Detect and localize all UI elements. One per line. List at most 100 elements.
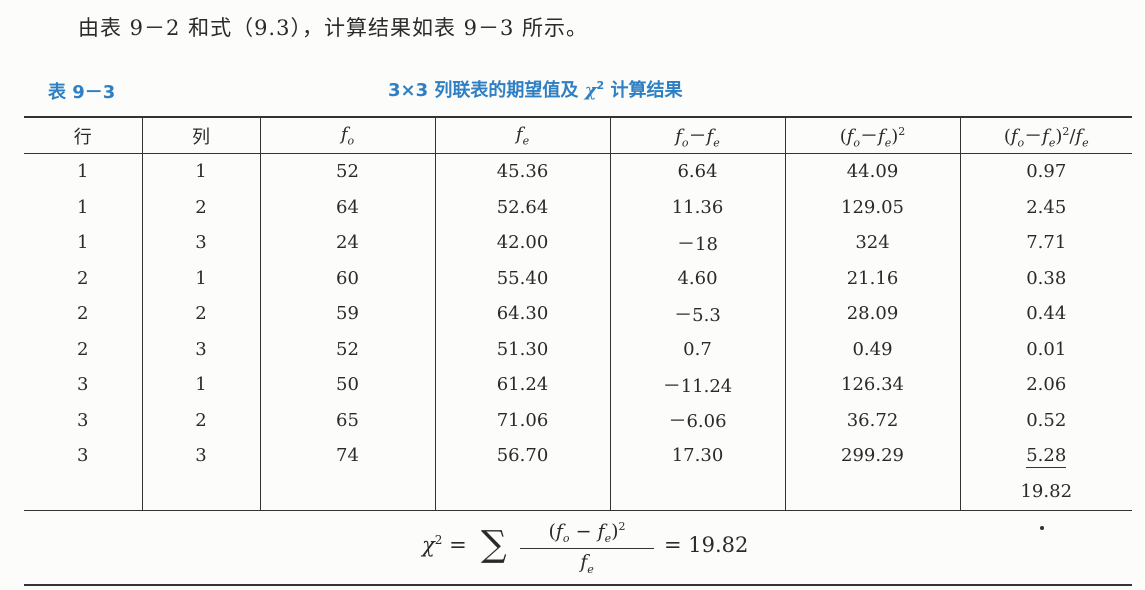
cell-row: 3 (77, 374, 89, 396)
table-row: 1 1 52 45.36 6.64 44.09 0.97 (24, 153, 1132, 190)
cell-observed: 24 (259, 225, 435, 261)
cell-expected: 51.30 (434, 331, 610, 367)
table-title-chi: χ (584, 80, 597, 101)
cell-expected: 61.24 (434, 367, 610, 403)
cell-col: 2 (141, 296, 260, 332)
cell-expected: 64.30 (434, 296, 610, 332)
fraction-numerator: (fo − fe)2 (520, 520, 654, 550)
cell-squared-difference: 0.49 (784, 331, 960, 367)
cell-squared-difference: 324 (784, 225, 960, 261)
total-empty (24, 473, 142, 511)
cell-row: 1 (77, 196, 89, 218)
table-title-chi-power: 2 (596, 79, 605, 92)
table-row: 2 1 60 55.40 4.60 21.16 0.38 (24, 260, 1132, 296)
cell-chi-component: 5.28 (959, 438, 1132, 474)
cell-expected: 55.40 (434, 260, 610, 296)
cell-expected: 71.06 (434, 402, 610, 438)
table-title-prefix: 3×3 列联表的期望值及 (388, 80, 579, 101)
cell-observed: 50 (259, 367, 435, 403)
cell-difference: 11.36 (609, 189, 785, 225)
cell-col: 2 (141, 402, 260, 438)
cell-observed: 65 (259, 402, 435, 438)
cell-expected: 56.70 (434, 438, 610, 474)
total-empty (434, 473, 610, 511)
contingency-table: 行 列 fo fe fo－fe (fo－fe)2 (fo－fe)2/fe 1 1… (24, 116, 1132, 511)
table-title-suffix: 计算结果 (610, 80, 683, 101)
cell-expected: 45.36 (434, 153, 610, 190)
cell-expected: 52.64 (434, 189, 610, 225)
cell-chi-component: 2.06 (959, 367, 1132, 403)
cell-chi-component: 7.71 (959, 225, 1132, 261)
cell-observed: 60 (259, 260, 435, 296)
header-observed: fo (259, 116, 435, 154)
cell-difference: －5.3 (609, 296, 785, 332)
total-empty (609, 473, 785, 511)
formula-lhs: χ2 = (422, 533, 467, 557)
formula-fraction: (fo − fe)2 fe (520, 520, 654, 576)
header-chi-component: (fo－fe)2/fe (959, 116, 1132, 154)
table-row: 3 3 74 56.70 17.30 299.29 5.28 (24, 438, 1132, 474)
table-row: 3 1 50 61.24 －11.24 126.34 2.06 (24, 367, 1132, 403)
cell-observed: 52 (259, 331, 435, 367)
total-empty (784, 473, 960, 511)
sum-symbol: ∑ (481, 524, 507, 565)
cell-observed: 52 (259, 153, 435, 190)
header-row: 行 列 fo fe fo－fe (fo－fe)2 (fo－fe)2/fe (24, 116, 1132, 154)
cell-squared-difference: 129.05 (784, 189, 960, 225)
cell-col: 2 (141, 189, 260, 225)
header-col-index: 列 (141, 116, 260, 154)
header-squared-difference: (fo－fe)2 (784, 116, 960, 154)
cell-row: 2 (77, 267, 89, 289)
cell-row: 2 (77, 338, 89, 360)
cell-squared-difference: 126.34 (784, 367, 960, 403)
table-title: 3×3 列联表的期望值及 χ2 计算结果 (388, 76, 682, 102)
cell-difference: －11.24 (609, 367, 785, 403)
fraction-denominator: fe (580, 551, 594, 576)
table-row: 3 2 65 71.06 －6.06 36.72 0.52 (24, 402, 1132, 438)
total-row: 19.82 (24, 473, 1132, 511)
header-difference: fo－fe (609, 116, 785, 154)
cell-observed: 74 (259, 438, 435, 474)
cell-difference: 0.7 (609, 331, 785, 367)
cell-row: 3 (77, 409, 89, 431)
cell-chi-component: 0.38 (959, 260, 1132, 296)
cell-observed: 64 (259, 189, 435, 225)
table-row: 1 3 24 42.00 －18 324 7.71 (24, 225, 1132, 261)
cell-squared-difference: 28.09 (784, 296, 960, 332)
cell-observed: 59 (259, 296, 435, 332)
formula-result: = 19.82 (664, 533, 749, 557)
cell-difference: 6.64 (609, 153, 785, 190)
cell-difference: 4.60 (609, 260, 785, 296)
cell-col: 3 (141, 331, 260, 367)
cell-chi-component: 0.97 (959, 153, 1132, 190)
cell-squared-difference: 299.29 (784, 438, 960, 474)
cell-difference: －6.06 (609, 402, 785, 438)
total-chi-square: 19.82 (959, 473, 1132, 511)
cell-squared-difference: 44.09 (784, 153, 960, 190)
table-row: 2 3 52 51.30 0.7 0.49 0.01 (24, 331, 1132, 367)
intro-text: 由表 9－2 和式（9.3），计算结果如表 9－3 所示。 (78, 16, 589, 40)
cell-col: 3 (141, 438, 260, 474)
cell-chi-component: 0.01 (959, 331, 1132, 367)
cell-squared-difference: 21.16 (784, 260, 960, 296)
chi-square-formula: χ2 = ∑ (fo − fe)2 fe = 19.82 (24, 516, 1132, 586)
cell-chi-component: 0.44 (959, 296, 1132, 332)
cell-row: 1 (77, 161, 89, 183)
cell-col: 3 (141, 225, 260, 261)
stray-dot (1040, 526, 1044, 530)
cell-chi-component: 2.45 (959, 189, 1132, 225)
total-empty (259, 473, 435, 511)
table-row: 2 2 59 64.30 －5.3 28.09 0.44 (24, 296, 1132, 332)
cell-row: 2 (77, 303, 89, 325)
cell-col: 1 (141, 367, 260, 403)
table-row: 1 2 64 52.64 11.36 129.05 2.45 (24, 189, 1132, 225)
cell-squared-difference: 36.72 (784, 402, 960, 438)
header-expected: fe (434, 116, 610, 154)
cell-expected: 42.00 (434, 225, 610, 261)
cell-difference: －18 (609, 225, 785, 261)
cell-row: 3 (77, 445, 89, 467)
total-empty (141, 473, 260, 511)
last-component-underlined: 5.28 (1026, 445, 1067, 469)
cell-difference: 17.30 (609, 438, 785, 474)
cell-col: 1 (141, 260, 260, 296)
